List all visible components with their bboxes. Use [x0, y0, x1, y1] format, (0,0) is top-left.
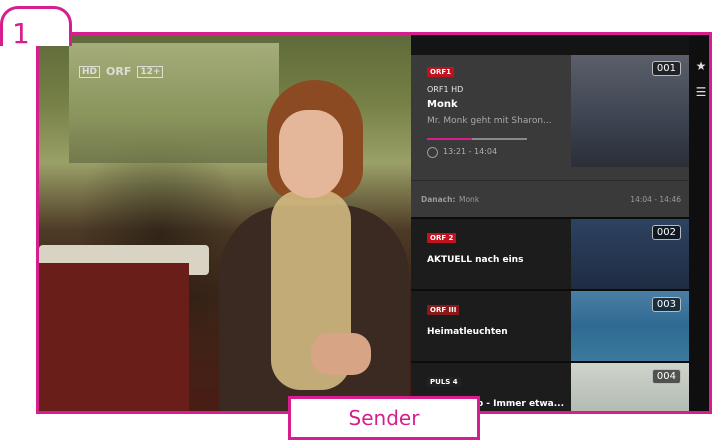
next-program-row: Danach: Monk 14:04 - 14:46: [411, 180, 689, 218]
next-label: Danach:: [421, 195, 456, 204]
orf-logo: ORF: [106, 65, 132, 78]
progress-fill: [427, 138, 472, 140]
step-tab: 1: [0, 6, 72, 50]
channel-watermark: HD ORF 12+: [79, 65, 164, 78]
tv-screen: HD ORF 12+ 001 ORF1 ORF1 HD Monk Mr. Mon…: [36, 32, 712, 414]
step-number: 1: [12, 17, 30, 50]
channel-list-panel: 001 ORF1 ORF1 HD Monk Mr. Monk geht mit …: [411, 35, 689, 411]
channel-logo: ORF 2: [427, 233, 457, 243]
channel-card-active[interactable]: 001 ORF1 ORF1 HD Monk Mr. Monk geht mit …: [411, 55, 689, 217]
actress-face: [279, 110, 343, 198]
actress-hand: [311, 333, 371, 375]
age-rating: 12+: [137, 65, 164, 78]
channel-number: 002: [651, 225, 681, 240]
clock-icon: [427, 147, 438, 158]
channel-list-icon[interactable]: ☰: [694, 85, 708, 99]
progress-bar: [427, 138, 527, 140]
channel-card[interactable]: 003 ORF III Heimatleuchten: [411, 289, 689, 361]
channel-thumbnail: 003: [571, 291, 689, 361]
next-program-title: Monk: [459, 195, 480, 204]
program-title: Heimatleuchten: [427, 327, 508, 337]
channel-card[interactable]: 002 ORF 2 AKTUELL nach eins: [411, 217, 689, 289]
table: [39, 263, 189, 411]
program-title: Monk: [427, 99, 458, 110]
caption-text: Sender: [348, 406, 420, 430]
channel-number: 001: [651, 61, 681, 76]
hd-badge: HD: [79, 65, 101, 78]
program-title: AKTUELL nach eins: [427, 255, 524, 265]
channel-logo: ORF1: [427, 67, 454, 77]
channel-thumbnail: 001: [571, 55, 689, 167]
channel-thumbnail: 004: [571, 363, 689, 411]
channel-name: ORF1 HD: [427, 85, 464, 94]
video-scene: HD ORF 12+: [39, 35, 411, 411]
panel-sidebar: ★ ☰: [689, 35, 709, 411]
section-caption: Sender: [288, 396, 480, 440]
channel-thumbnail: 002: [571, 219, 689, 289]
channel-logo: ORF III: [427, 305, 460, 315]
channel-number: 004: [651, 369, 681, 384]
channel-number: 003: [651, 297, 681, 312]
program-time: 13:21 - 14:04: [443, 147, 498, 156]
program-description: Mr. Monk geht mit Sharon...: [427, 116, 552, 126]
window-background: [69, 43, 279, 163]
channel-logo: PULS 4: [427, 377, 461, 387]
next-program-time: 14:04 - 14:46: [630, 195, 681, 204]
star-icon[interactable]: ★: [694, 59, 708, 73]
